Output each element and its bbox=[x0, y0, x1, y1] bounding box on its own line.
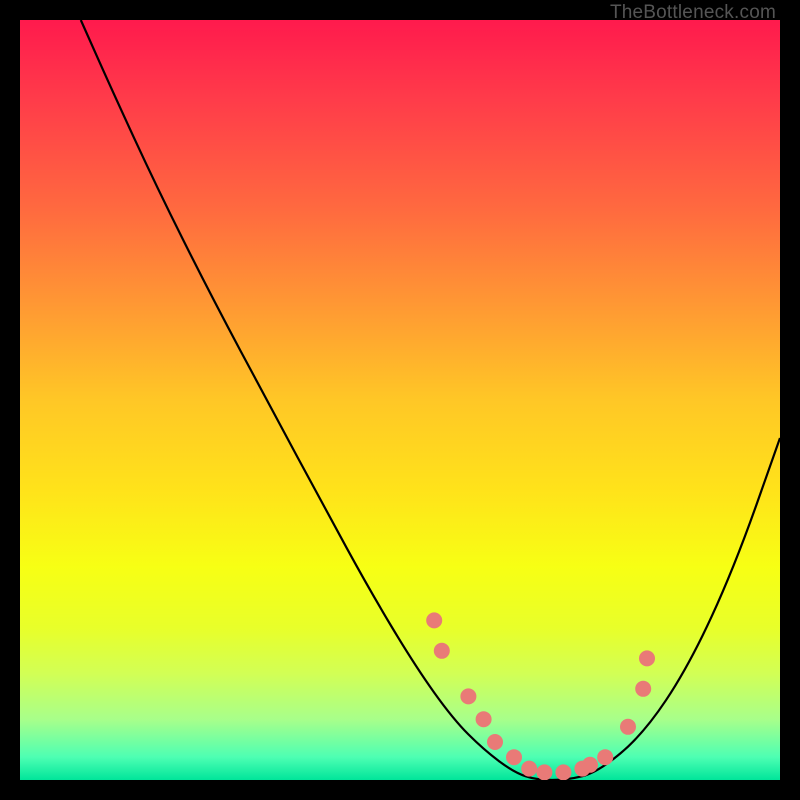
plot-area bbox=[20, 20, 780, 780]
marker-dots bbox=[426, 612, 655, 780]
marker-dot bbox=[582, 757, 598, 773]
chart-frame bbox=[20, 20, 780, 780]
marker-dot bbox=[597, 749, 613, 765]
marker-dot bbox=[639, 650, 655, 666]
marker-dot bbox=[460, 688, 476, 704]
marker-dot bbox=[521, 761, 537, 777]
marker-dot bbox=[476, 711, 492, 727]
marker-dot bbox=[506, 749, 522, 765]
marker-dot bbox=[536, 764, 552, 780]
main-curve bbox=[81, 20, 780, 780]
marker-dot bbox=[487, 734, 503, 750]
marker-dot bbox=[434, 643, 450, 659]
marker-dot bbox=[635, 681, 651, 697]
marker-dot bbox=[426, 612, 442, 628]
marker-dot bbox=[620, 719, 636, 735]
chart-svg bbox=[20, 20, 780, 780]
marker-dot bbox=[555, 764, 571, 780]
